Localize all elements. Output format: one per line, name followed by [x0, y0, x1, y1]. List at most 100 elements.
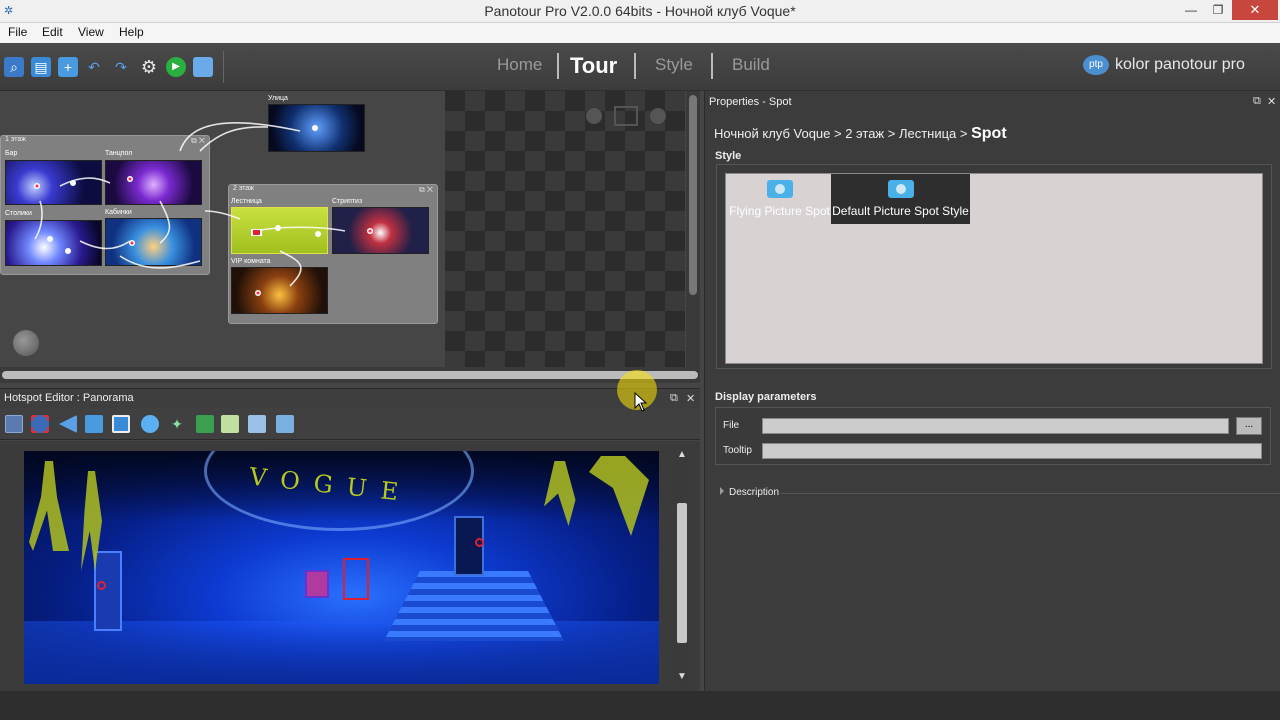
rect-hotspot[interactable]: [343, 558, 369, 600]
point-spot-icon[interactable]: [141, 415, 159, 433]
hotspot-viewer: VOGUE ▲ ▼: [0, 441, 700, 691]
tooltip-field[interactable]: [762, 443, 1262, 459]
add-panorama-icon[interactable]: +: [58, 57, 78, 77]
image-spot-icon[interactable]: [221, 415, 239, 433]
description-label: Description: [729, 487, 780, 498]
scroll-thumb[interactable]: [689, 95, 697, 295]
camera-icon: [887, 180, 914, 198]
save-icon[interactable]: ▤: [31, 57, 51, 77]
file-label: File: [723, 420, 740, 431]
minimize-button[interactable]: —: [1176, 0, 1206, 20]
float-panel-icon[interactable]: ⧉: [670, 392, 678, 405]
breadcrumb-path[interactable]: Ночной клуб Voque > 2 этаж > Лестница >: [714, 126, 971, 141]
close-panel-icon[interactable]: ✕: [1267, 95, 1276, 108]
window-title: Panotour Pro V2.0.0 64bits - Ночной клуб…: [484, 3, 796, 19]
node-links: [34, 122, 373, 296]
style-section-label: Style: [715, 150, 742, 162]
hotspot-toolbar: ✦: [0, 408, 700, 440]
hotspot-editor-title: Hotspot Editor : Panorama: [4, 392, 134, 404]
divider: [781, 493, 1280, 494]
menu-edit[interactable]: Edit: [42, 25, 63, 39]
tab-style[interactable]: Style: [655, 55, 693, 75]
scroll-up-icon[interactable]: ▲: [674, 449, 690, 461]
tour-graph-view[interactable]: 1 этаж ⧉ ✕ 2 этаж ⧉ ✕ Улица Бар Танцпол …: [0, 91, 700, 384]
scroll-down-icon[interactable]: ▼: [674, 671, 690, 683]
style-item-label: Flying Picture Spot: [729, 204, 830, 218]
display-params-label: Display parameters: [715, 391, 817, 403]
settings-icon[interactable]: ⚙: [139, 57, 159, 77]
status-bar: [0, 691, 1280, 720]
nav-separator: [634, 53, 636, 79]
menu-view[interactable]: View: [78, 25, 104, 39]
main-toolbar: ⌕ ▤ + ↶ ↷ ⚙ ▶ Home Tour Style Build ptp k…: [0, 43, 1280, 91]
properties-panel: Properties - Spot ⧉ ✕ Ночной клуб Voque …: [704, 91, 1280, 691]
sound-spot-icon[interactable]: [276, 415, 294, 433]
app-window: ✲ Panotour Pro V2.0.0 64bits - Ночной кл…: [0, 0, 1280, 720]
breadcrumb-current: Spot: [971, 125, 1007, 142]
camera-icon: [766, 180, 793, 198]
picture-spot-icon[interactable]: [85, 415, 103, 433]
brand-name: kolor panotour pro: [1115, 56, 1245, 74]
file-field[interactable]: [762, 418, 1229, 434]
brand-logo: ptp kolor panotour pro: [1083, 55, 1245, 79]
scroll-thumb[interactable]: [2, 371, 698, 379]
tab-home[interactable]: Home: [497, 55, 542, 75]
gallery-spot-icon[interactable]: [248, 415, 266, 433]
breadcrumb: Ночной клуб Voque > 2 этаж > Лестница > …: [714, 125, 1007, 143]
style-flying-picture-spot[interactable]: Flying Picture Spot: [729, 174, 830, 224]
display-params-box: File ... Tooltip: [715, 407, 1271, 465]
ptp-logo-icon: ptp: [1083, 55, 1109, 75]
tab-tour[interactable]: Tour: [570, 53, 617, 79]
panorama-image[interactable]: VOGUE: [24, 451, 659, 684]
properties-title: Properties - Spot: [709, 96, 792, 108]
zoom-tool-icon[interactable]: ⌕: [4, 57, 24, 77]
polygon-spot-icon[interactable]: [59, 415, 77, 433]
restore-button[interactable]: ❐: [1203, 0, 1233, 20]
menu-file[interactable]: File: [8, 25, 27, 39]
nav-separator: [711, 53, 713, 79]
scroll-thumb[interactable]: [677, 503, 687, 643]
pano-door: [94, 551, 122, 631]
map-orb-icon[interactable]: [13, 330, 39, 356]
play-icon[interactable]: ▶: [166, 57, 186, 77]
panorama-preview[interactable]: [445, 91, 685, 367]
style-default-picture-spot[interactable]: Default Picture Spot Style: [831, 174, 970, 224]
select-tool-icon[interactable]: [5, 415, 23, 433]
menu-bar: File Edit View Help: [0, 23, 1280, 43]
rect-spot-icon[interactable]: [31, 415, 49, 433]
hotspot-editor-header: Hotspot Editor : Panorama ⧉ ✕: [0, 388, 700, 408]
style-list[interactable]: Flying Picture Spot Default Picture Spot…: [725, 173, 1263, 364]
description-toggle[interactable]: Description: [720, 487, 779, 498]
expand-arrow-icon: [720, 487, 724, 495]
menu-help[interactable]: Help: [119, 25, 144, 39]
preview-right-icon[interactable]: [650, 108, 666, 124]
tooltip-label: Tooltip: [723, 445, 752, 456]
toolbar-separator: [223, 51, 224, 83]
picture-spot-selected[interactable]: [305, 570, 329, 598]
video-spot-icon[interactable]: [112, 415, 130, 433]
float-panel-icon[interactable]: ⧉: [1253, 95, 1261, 108]
title-bar: ✲ Panotour Pro V2.0.0 64bits - Ночной кл…: [0, 0, 1280, 23]
star-spot-icon[interactable]: ✦: [168, 415, 186, 433]
graph-vertical-scrollbar[interactable]: [686, 91, 700, 367]
style-item-label: Default Picture Spot Style: [832, 204, 969, 218]
preview-fullscreen-icon[interactable]: [614, 106, 638, 126]
preview-left-icon[interactable]: [586, 108, 602, 124]
viewer-scrollbar[interactable]: ▲ ▼: [674, 449, 690, 683]
point-hotspot[interactable]: [475, 538, 484, 547]
mouse-cursor-icon: [634, 392, 648, 412]
tab-build[interactable]: Build: [732, 55, 770, 75]
nav-separator: [557, 53, 559, 79]
point-hotspot[interactable]: [97, 581, 106, 590]
pano-stairs: [384, 571, 564, 641]
redo-icon[interactable]: ↷: [111, 57, 131, 77]
undo-icon[interactable]: ↶: [84, 57, 104, 77]
add-spot-icon[interactable]: [196, 415, 214, 433]
close-button[interactable]: ✕: [1232, 0, 1278, 20]
browse-button[interactable]: ...: [1236, 417, 1262, 435]
folder-icon[interactable]: [193, 57, 213, 77]
properties-header: Properties - Spot ⧉ ✕: [705, 94, 1280, 112]
graph-horizontal-scrollbar[interactable]: [0, 367, 700, 383]
close-panel-icon[interactable]: ✕: [686, 392, 695, 405]
style-list-frame: Flying Picture Spot Default Picture Spot…: [716, 164, 1272, 369]
